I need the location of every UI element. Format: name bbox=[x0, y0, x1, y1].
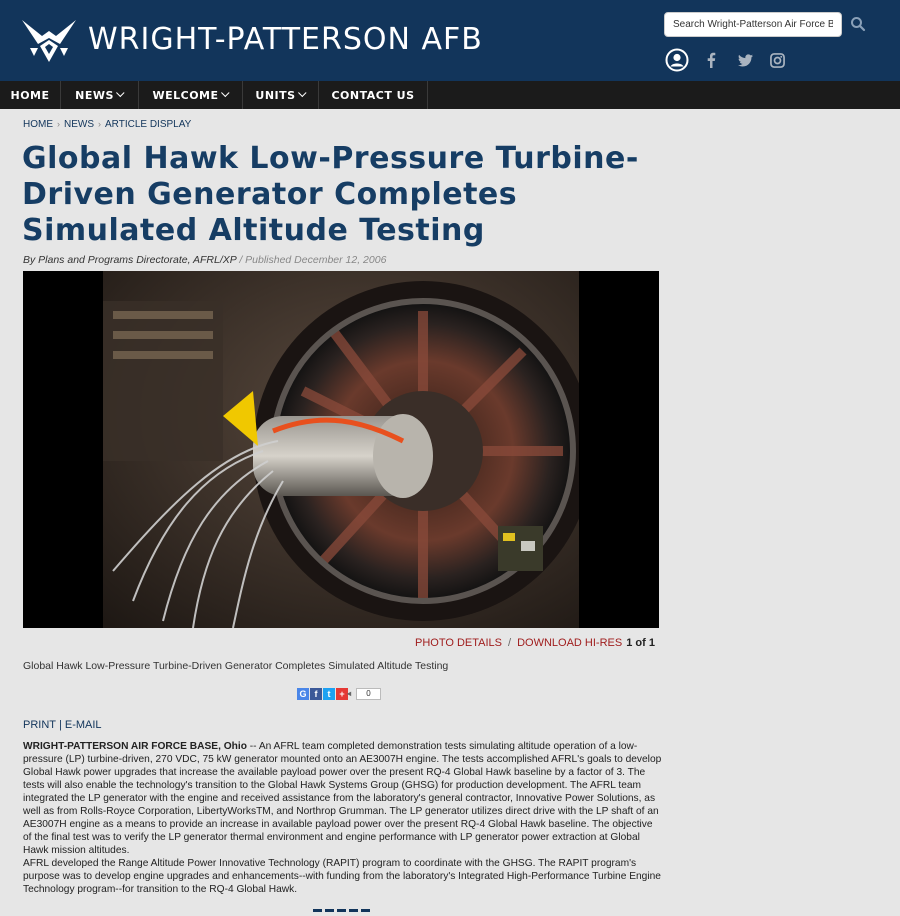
instagram-icon[interactable] bbox=[768, 47, 786, 73]
engine-photo-image bbox=[103, 271, 579, 628]
search-icon[interactable] bbox=[850, 16, 866, 32]
chevron-down-icon bbox=[297, 88, 307, 98]
photo-links: PHOTO DETAILS / DOWNLOAD HI-RES 1 of 1 bbox=[415, 637, 655, 649]
chevron-right-icon: › bbox=[57, 119, 60, 129]
nav-item-label: NEWS bbox=[75, 88, 114, 102]
article-paragraph-text: -- An AFRL team completed demonstration … bbox=[23, 741, 662, 856]
print-email-separator: | bbox=[59, 719, 62, 731]
dateline: WRIGHT-PATTERSON AIR FORCE BASE, Ohio bbox=[23, 741, 247, 752]
publish-date: / Published December 12, 2006 bbox=[239, 254, 387, 266]
article-body: WRIGHT-PATTERSON AIR FORCE BASE, Ohio --… bbox=[23, 740, 663, 896]
chevron-down-icon bbox=[220, 88, 230, 98]
nav-item-label: UNITS bbox=[255, 88, 296, 102]
main-nav: HOME NEWS WELCOME UNITS CONTACT US bbox=[0, 81, 900, 109]
nav-item-home[interactable]: HOME bbox=[0, 81, 61, 109]
nav-item-news[interactable]: NEWS bbox=[61, 81, 139, 109]
nav-item-label: WELCOME bbox=[152, 88, 219, 102]
print-link[interactable]: PRINT bbox=[23, 719, 56, 731]
facebook-share-icon[interactable]: f bbox=[310, 688, 322, 700]
photo-caption: Global Hawk Low-Pressure Turbine-Driven … bbox=[23, 660, 449, 672]
page-title: Global Hawk Low-Pressure Turbine-Driven … bbox=[22, 141, 639, 248]
photo-details-link[interactable]: PHOTO DETAILS bbox=[415, 637, 502, 649]
download-hi-res-link[interactable]: DOWNLOAD HI-RES bbox=[517, 637, 622, 649]
nav-item-contact-us[interactable]: CONTACT US bbox=[319, 81, 428, 109]
photo-links-separator: / bbox=[508, 637, 512, 649]
byline-author: By Plans and Programs Directorate, AFRL/… bbox=[23, 254, 237, 266]
chevron-down-icon bbox=[115, 88, 125, 98]
site-title[interactable]: WRIGHT-PATTERSON AFB bbox=[88, 22, 483, 57]
twitter-icon[interactable] bbox=[736, 47, 754, 73]
article-paragraph: AFRL developed the Range Altitude Power … bbox=[23, 858, 661, 895]
breadcrumb-news[interactable]: NEWS bbox=[64, 119, 94, 130]
twitter-share-icon[interactable]: t bbox=[323, 688, 335, 700]
email-link[interactable]: E-MAIL bbox=[65, 719, 102, 731]
breadcrumb-home[interactable]: HOME bbox=[23, 119, 53, 130]
chevron-right-icon: › bbox=[98, 119, 101, 129]
air-force-logo-icon[interactable] bbox=[20, 14, 78, 64]
nav-item-label: HOME bbox=[10, 88, 50, 102]
search-input[interactable] bbox=[664, 12, 842, 37]
breadcrumb: HOME › NEWS › ARTICLE DISPLAY bbox=[23, 119, 191, 130]
share-count-pointer-icon: ◂ bbox=[346, 689, 351, 698]
google-share-icon[interactable]: G bbox=[297, 688, 309, 700]
user-icon[interactable] bbox=[664, 47, 690, 73]
facebook-icon[interactable] bbox=[702, 47, 720, 73]
breadcrumb-current[interactable]: ARTICLE DISPLAY bbox=[105, 119, 191, 130]
share-count: 0 bbox=[356, 688, 381, 700]
nav-item-label: CONTACT US bbox=[331, 88, 415, 102]
nav-item-units[interactable]: UNITS bbox=[243, 81, 319, 109]
print-email-links: PRINT | E-MAIL bbox=[23, 719, 102, 731]
photo-count: 1 of 1 bbox=[626, 637, 655, 649]
article-divider bbox=[313, 909, 371, 912]
site-header: WRIGHT-PATTERSON AFB bbox=[0, 0, 900, 81]
nav-item-welcome[interactable]: WELCOME bbox=[139, 81, 243, 109]
article-paragraph: WRIGHT-PATTERSON AIR FORCE BASE, Ohio --… bbox=[23, 740, 663, 857]
byline: By Plans and Programs Directorate, AFRL/… bbox=[23, 254, 386, 266]
article-photo[interactable] bbox=[23, 271, 659, 628]
